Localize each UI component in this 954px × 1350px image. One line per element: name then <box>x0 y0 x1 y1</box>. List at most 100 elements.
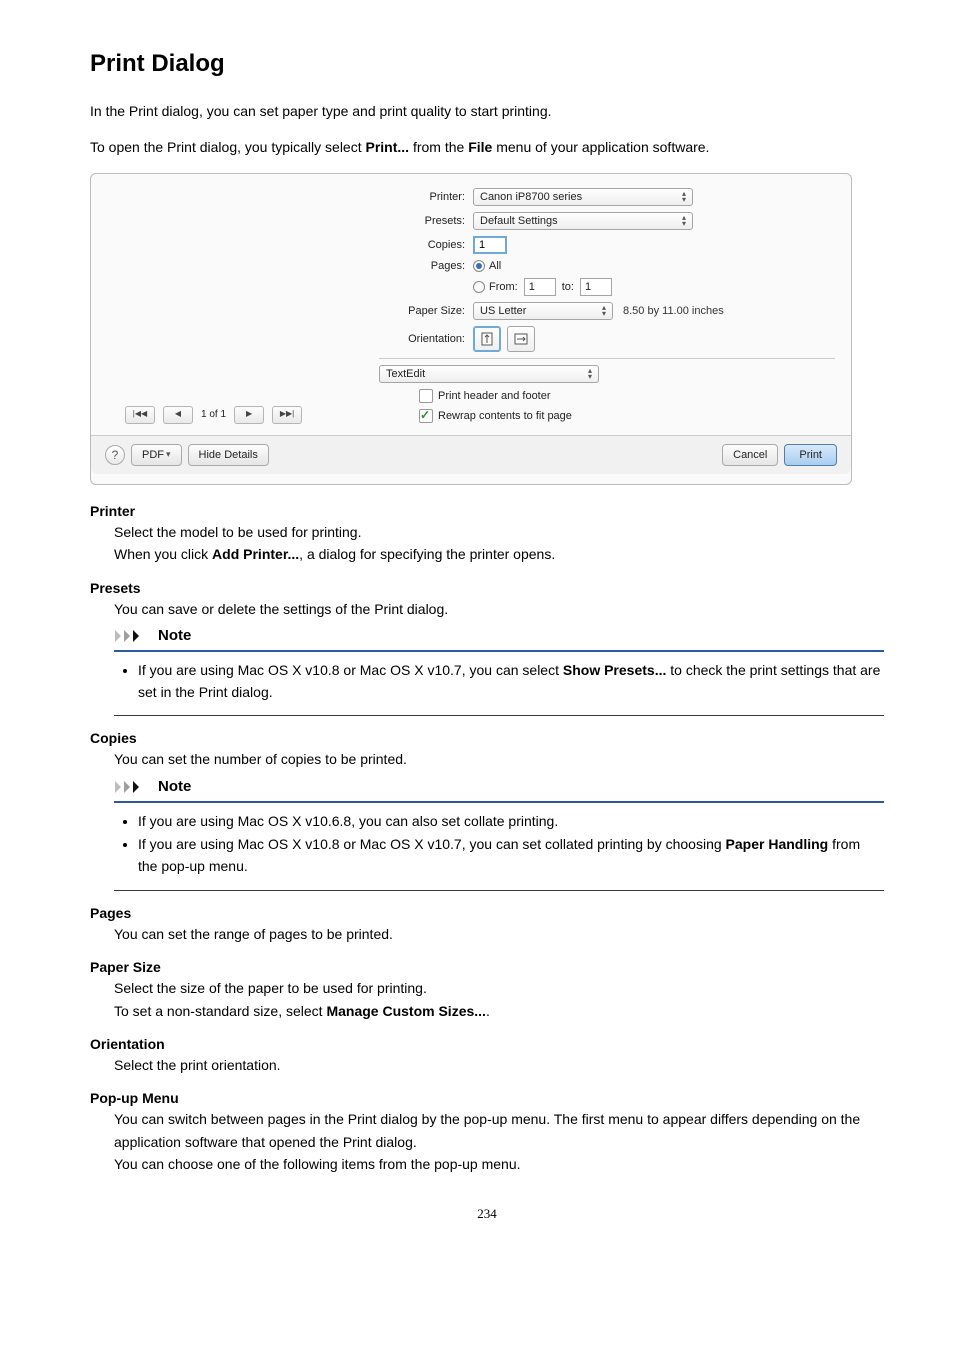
def-presets-desc: You can save or delete the settings of t… <box>114 598 884 717</box>
text: You can choose one of the following item… <box>114 1156 521 1172</box>
presets-label: Presets: <box>379 215 473 227</box>
note-item: If you are using Mac OS X v10.8 or Mac O… <box>138 660 882 703</box>
copies-input[interactable]: 1 <box>473 236 507 254</box>
text: You can save or delete the settings of t… <box>114 601 448 617</box>
pages-label: Pages: <box>379 260 473 272</box>
menu-ref-print: Print... <box>366 139 410 155</box>
section-select[interactable]: TextEdit ▴▾ <box>379 365 599 383</box>
note-arrows-icon <box>114 629 150 643</box>
orientation-portrait-button[interactable] <box>473 326 501 352</box>
text: You can switch between pages in the Prin… <box>114 1111 860 1149</box>
print-dialog-screenshot: |◀◀ ◀ 1 of 1 ▶ ▶▶| Printer: Canon iP8700… <box>90 173 852 485</box>
printer-select[interactable]: Canon iP8700 series ▴▾ <box>473 188 693 206</box>
select-arrows-icon: ▴▾ <box>682 191 686 203</box>
page-number: 234 <box>90 1206 884 1222</box>
def-pages-desc: You can set the range of pages to be pri… <box>114 923 884 945</box>
def-printer-desc: Select the model to be used for printing… <box>114 521 884 566</box>
note-item: If you are using Mac OS X v10.8 or Mac O… <box>138 834 882 877</box>
header-footer-label: Print header and footer <box>438 390 551 402</box>
checkbox-checked-icon <box>419 409 433 423</box>
page-counter: 1 of 1 <box>201 409 226 420</box>
pages-from-radio[interactable]: From: <box>473 281 518 293</box>
preview-column: |◀◀ ◀ 1 of 1 ▶ ▶▶| <box>107 188 379 424</box>
pages-all-radio[interactable]: All <box>473 260 501 272</box>
note-box: Note If you are using Mac OS X v10.8 or … <box>114 624 884 716</box>
checkbox-unchecked-icon <box>419 389 433 403</box>
papersize-dimensions: 8.50 by 11.00 inches <box>623 305 724 317</box>
pdf-button[interactable]: PDF <box>131 444 182 466</box>
printer-label: Printer: <box>379 191 473 203</box>
note-box: Note If you are using Mac OS X v10.6.8, … <box>114 775 884 891</box>
text: menu of your application software. <box>492 139 709 155</box>
cancel-button[interactable]: Cancel <box>722 444 778 466</box>
ref-paper-handling: Paper Handling <box>726 836 829 852</box>
radio-selected-icon <box>473 260 485 272</box>
text: If you are using Mac OS X v10.8 or Mac O… <box>138 836 726 852</box>
papersize-label: Paper Size: <box>379 305 473 317</box>
def-papersize-title: Paper Size <box>90 959 884 975</box>
def-orientation-desc: Select the print orientation. <box>114 1054 884 1076</box>
papersize-select[interactable]: US Letter ▴▾ <box>473 302 613 320</box>
text: You can set the number of copies to be p… <box>114 751 407 767</box>
def-copies-desc: You can set the number of copies to be p… <box>114 748 884 890</box>
copies-label: Copies: <box>379 239 473 251</box>
from-input[interactable]: 1 <box>524 278 556 296</box>
text: When you click <box>114 546 212 562</box>
text: To set a non-standard size, select <box>114 1003 326 1019</box>
ref-show-presets: Show Presets... <box>563 662 666 678</box>
note-item: If you are using Mac OS X v10.6.8, you c… <box>138 811 882 833</box>
def-pages-title: Pages <box>90 905 884 921</box>
prev-page-button[interactable]: ◀ <box>163 406 193 424</box>
def-popup-desc: You can switch between pages in the Prin… <box>114 1108 884 1175</box>
hide-details-button[interactable]: Hide Details <box>188 444 269 466</box>
last-page-button[interactable]: ▶▶| <box>272 406 302 424</box>
intro-paragraph-1: In the Print dialog, you can set paper t… <box>90 100 884 122</box>
help-button[interactable]: ? <box>105 445 125 465</box>
presets-select-value: Default Settings <box>480 215 558 227</box>
next-page-button[interactable]: ▶ <box>234 406 264 424</box>
note-arrows-icon <box>114 780 150 794</box>
def-printer-title: Printer <box>90 503 884 519</box>
from-label: From: <box>489 281 518 293</box>
note-title: Note <box>158 775 191 799</box>
papersize-select-value: US Letter <box>480 305 526 317</box>
def-presets-title: Presets <box>90 580 884 596</box>
def-orientation-title: Orientation <box>90 1036 884 1052</box>
text: from the <box>409 139 468 155</box>
def-papersize-desc: Select the size of the paper to be used … <box>114 977 884 1022</box>
note-title: Note <box>158 624 191 648</box>
select-arrows-icon: ▴▾ <box>602 305 606 317</box>
ref-add-printer: Add Printer... <box>212 546 299 562</box>
def-copies-title: Copies <box>90 730 884 746</box>
first-page-button[interactable]: |◀◀ <box>125 406 155 424</box>
section-select-value: TextEdit <box>386 368 425 380</box>
select-arrows-icon: ▴▾ <box>588 368 592 380</box>
printer-select-value: Canon iP8700 series <box>480 191 582 203</box>
text: Select the model to be used for printing… <box>114 524 361 540</box>
preview-nav: |◀◀ ◀ 1 of 1 ▶ ▶▶| <box>125 406 302 424</box>
print-button[interactable]: Print <box>784 444 837 466</box>
rewrap-label: Rewrap contents to fit page <box>438 410 572 422</box>
landscape-icon <box>513 332 529 346</box>
intro-paragraph-2: To open the Print dialog, you typically … <box>90 136 884 158</box>
orientation-landscape-button[interactable] <box>507 326 535 352</box>
radio-empty-icon <box>473 281 485 293</box>
header-footer-checkbox[interactable]: Print header and footer <box>419 389 551 403</box>
menu-ref-file: File <box>468 139 492 155</box>
text: Select the size of the paper to be used … <box>114 980 427 996</box>
text: . <box>486 1003 490 1019</box>
text: , a dialog for specifying the printer op… <box>299 546 555 562</box>
to-label: to: <box>562 281 574 293</box>
text: If you are using Mac OS X v10.8 or Mac O… <box>138 662 563 678</box>
orientation-label: Orientation: <box>379 333 473 345</box>
portrait-icon <box>480 331 494 347</box>
rewrap-checkbox[interactable]: Rewrap contents to fit page <box>419 409 572 423</box>
def-popup-title: Pop-up Menu <box>90 1090 884 1106</box>
text: To open the Print dialog, you typically … <box>90 139 366 155</box>
presets-select[interactable]: Default Settings ▴▾ <box>473 212 693 230</box>
ref-manage-custom-sizes: Manage Custom Sizes... <box>326 1003 485 1019</box>
to-input[interactable]: 1 <box>580 278 612 296</box>
select-arrows-icon: ▴▾ <box>682 215 686 227</box>
page-title: Print Dialog <box>90 50 884 78</box>
pages-all-label: All <box>489 260 501 272</box>
